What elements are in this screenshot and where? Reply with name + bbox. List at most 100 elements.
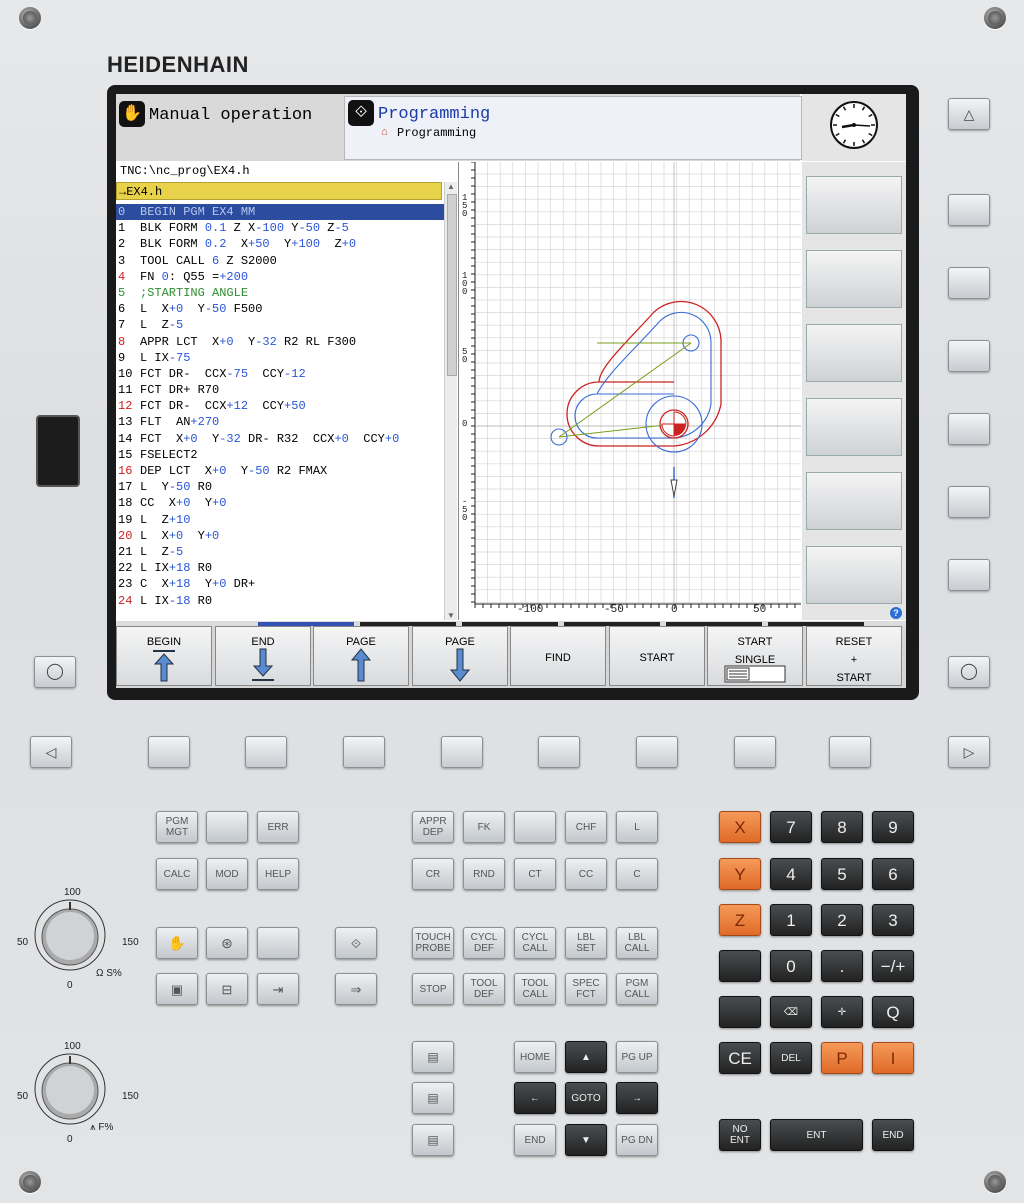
scroll-up-icon[interactable]: ▲ [447,182,455,191]
vertical-softkey-4[interactable] [806,398,902,456]
program-line[interactable]: 21 L Z-5 [116,544,446,560]
arrow-up-key[interactable]: ▲ [565,1041,607,1073]
manual-mode-key[interactable]: ✋ [156,927,198,959]
scroll-down-icon[interactable]: ▼ [447,611,455,620]
program-line[interactable]: 10 FCT DR- CCX-75 CCY-12 [116,366,446,382]
vertical-softkey-3[interactable] [806,324,902,382]
ce-key[interactable]: CE [719,1042,761,1074]
program-line[interactable]: 20 L X+0 Y+0 [116,528,446,544]
mdi-mode-key[interactable]: ▣ [156,973,198,1005]
softkey-button-7[interactable] [734,736,776,768]
digit-key[interactable]: 2 [821,904,863,936]
softkey-shift-up-button[interactable]: △ [948,98,990,130]
blank-key[interactable] [206,811,248,843]
stop-key[interactable]: STOP [412,973,454,1005]
cycl-def-key[interactable]: CYCL DEF [463,927,505,959]
actual-position-key[interactable]: ✛ [821,996,863,1028]
axis-x-key[interactable]: X [719,811,761,843]
softkey-button-3[interactable] [343,736,385,768]
softkey-end-2[interactable]: END [215,626,311,686]
program-scrollbar[interactable]: ▲ ▼ [444,182,457,620]
softkey-button-8[interactable] [829,736,871,768]
program-line[interactable]: 0 BEGIN PGM EX4 MM [116,204,446,221]
vertical-softkey-6[interactable] [806,546,902,604]
program-line[interactable]: 7 L Z-5 [116,317,446,333]
pgm-call-key[interactable]: PGM CALL [616,973,658,1005]
vertical-softkey-button-2[interactable] [948,267,990,299]
program-line[interactable]: 4 FN 0: Q55 =+200 [116,269,446,285]
axis-y-key[interactable]: Y [719,858,761,890]
handwheel-mode-key[interactable]: ⊛ [206,927,248,959]
digit-key[interactable]: −/+ [872,950,914,982]
c-key[interactable]: C [616,858,658,890]
feed-override-knob[interactable] [33,1052,107,1126]
file-function-key-2[interactable]: ▤ [412,1082,454,1114]
chf-key[interactable]: CHF [565,811,607,843]
program-line[interactable]: 9 L IX-75 [116,350,446,366]
digit-key[interactable]: 7 [770,811,812,843]
pgm-mgt-key[interactable]: PGM MGT [156,811,198,843]
axis-z-key[interactable]: Z [719,904,761,936]
appr-dep-key[interactable]: APPR DEP [412,811,454,843]
softkey-button-2[interactable] [245,736,287,768]
softkey-prev-level-button[interactable]: ◁ [30,736,72,768]
cycl-call-key[interactable]: CYCL CALL [514,927,556,959]
program-line[interactable]: 14 FCT X+0 Y-32 DR- R32 CCX+0 CCY+0 [116,431,446,447]
blank-key[interactable] [719,950,761,982]
test-run-mode-key[interactable]: ⇒ [335,973,377,1005]
page-down-key[interactable]: PG DN [616,1124,658,1156]
program-line[interactable]: 18 CC X+0 Y+0 [116,495,446,511]
digit-key[interactable]: 8 [821,811,863,843]
q-key[interactable]: Q [872,996,914,1028]
single-block-mode-key[interactable]: ⊟ [206,973,248,1005]
lbl-set-key[interactable]: LBL SET [565,927,607,959]
page-up-key[interactable]: PG UP [616,1041,658,1073]
program-file-tab[interactable]: →EX4.h [116,182,442,200]
vertical-softkey-1[interactable] [806,176,902,234]
program-line[interactable]: 6 L X+0 Y-50 F500 [116,301,446,317]
softkey-start-7[interactable]: START SINGLE [707,626,803,686]
tool-call-key[interactable]: TOOL CALL [514,973,556,1005]
program-line[interactable]: 16 DEP LCT X+0 Y-50 R2 FMAX [116,463,446,479]
softkey-begin-1[interactable]: BEGIN [116,626,212,686]
spec-fct-key[interactable]: SPEC FCT [565,973,607,1005]
home-key[interactable]: HOME [514,1041,556,1073]
help-icon[interactable]: ? [890,607,902,619]
cr-key[interactable]: CR [412,858,454,890]
program-line[interactable]: 17 L Y-50 R0 [116,479,446,495]
softkey-button-6[interactable] [636,736,678,768]
scroll-thumb[interactable] [447,194,457,376]
rnd-key[interactable]: RND [463,858,505,890]
blank-key[interactable] [257,927,299,959]
tool-def-key[interactable]: TOOL DEF [463,973,505,1005]
program-line[interactable]: 23 C X+18 Y+0 DR+ [116,576,446,592]
no-ent-key[interactable]: NO ENT [719,1119,761,1151]
program-line[interactable]: 22 L IX+18 R0 [116,560,446,576]
program-line[interactable]: 1 BLK FORM 0.1 Z X-100 Y-50 Z-5 [116,220,446,236]
p-key[interactable]: P [821,1042,863,1074]
ent-key[interactable]: ENT [770,1119,863,1151]
cc-key[interactable]: CC [565,858,607,890]
softkey-button-1[interactable] [148,736,190,768]
digit-key[interactable]: 5 [821,858,863,890]
del-key[interactable]: DEL [770,1042,812,1074]
vertical-softkey-2[interactable] [806,250,902,308]
i-key[interactable]: I [872,1042,914,1074]
machine-mode-tab[interactable]: ✋ Manual operation [116,97,345,139]
file-function-key-1[interactable]: ▤ [412,1041,454,1073]
l-key[interactable]: L [616,811,658,843]
programming-mode-key[interactable]: ⟐ [335,927,377,959]
end-block-key[interactable]: END [872,1119,914,1151]
program-line[interactable]: 2 BLK FORM 0.2 X+50 Y+100 Z+0 [116,236,446,252]
goto-key[interactable]: GOTO [565,1082,607,1114]
digit-key[interactable]: 3 [872,904,914,936]
vertical-softkey-button-5[interactable] [948,486,990,518]
digit-key[interactable]: . [821,950,863,982]
help-key[interactable]: HELP [257,858,299,890]
programming-mode-tab[interactable]: ⟐ Programming ⌂ Programming [344,96,802,160]
softkey-next-level-button[interactable]: ▷ [948,736,990,768]
programming-graphic[interactable]: -100 -50 0 50 150 100 50 0 -50 [458,161,801,620]
softkey-start-6[interactable]: START [609,626,705,686]
digit-key[interactable]: 6 [872,858,914,890]
vertical-softkey-button-4[interactable] [948,413,990,445]
